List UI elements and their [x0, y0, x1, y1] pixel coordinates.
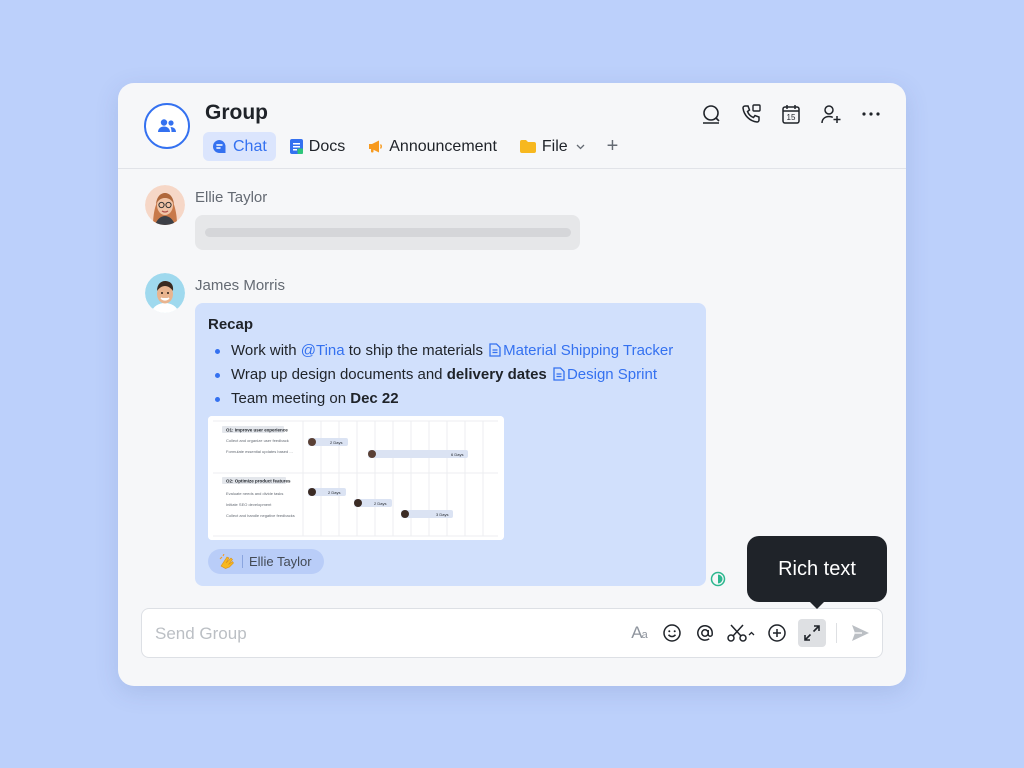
send-icon[interactable] [848, 618, 872, 648]
tab-file[interactable]: File [511, 132, 594, 161]
chat-header: Group Chat Docs Announcement File + 15 [118, 83, 906, 169]
gantt-group-title: O1: Improve user experience [226, 428, 288, 433]
text-format-glyph: Aa [631, 623, 648, 643]
avatar[interactable] [145, 273, 185, 313]
document-icon [553, 367, 565, 381]
search-icon[interactable] [700, 103, 722, 125]
gantt-bar-label: 3 Days [436, 512, 448, 517]
bullet-text: Work with [231, 342, 301, 359]
tab-label: File [541, 137, 568, 155]
gantt-task: Formulate essential updates based ... [226, 449, 293, 454]
screenshot-icon[interactable] [726, 618, 756, 648]
megaphone-icon [369, 140, 383, 153]
tab-announcement[interactable]: Announcement [359, 132, 506, 161]
document-icon [489, 343, 501, 357]
tab-label: Chat [233, 137, 267, 155]
gantt-bar-label: 2 Days [374, 501, 386, 506]
header-actions: 15 [700, 103, 882, 125]
text-placeholder-line [205, 228, 571, 237]
recap-title: Recap [208, 316, 254, 333]
folder-icon [519, 140, 536, 153]
bold-text: delivery dates [446, 366, 547, 383]
add-member-icon[interactable] [820, 103, 842, 125]
add-tab-button[interactable]: + [607, 135, 619, 158]
sender-name: Ellie Taylor [195, 189, 268, 206]
rich-text-tooltip: Rich text [747, 536, 887, 602]
group-icon [158, 119, 176, 132]
chevron-down-icon [576, 144, 585, 149]
text-format-label: A [631, 623, 642, 642]
tab-bar: Chat Docs Announcement File + [203, 132, 618, 161]
emoji-icon[interactable] [660, 618, 684, 648]
read-status-icon [710, 571, 726, 587]
input-placeholder: Send Group [155, 624, 247, 643]
clapping-hands-icon [219, 553, 234, 569]
divider [242, 555, 243, 568]
sender-name: James Morris [195, 277, 286, 294]
reaction-chip[interactable]: Ellie Taylor [208, 549, 324, 574]
mention-icon[interactable] [693, 618, 717, 648]
text-format-icon[interactable]: Aa [627, 618, 651, 648]
reaction-user: Ellie Taylor [249, 554, 312, 569]
call-icon[interactable] [740, 103, 762, 125]
composer-toolbar: Aa [618, 618, 872, 648]
mention-link[interactable]: @Tina [301, 342, 345, 359]
chat-bubble-icon [213, 140, 226, 153]
expand-icon[interactable] [798, 619, 826, 647]
gantt-task: Initiate SEO development [226, 502, 272, 507]
bullet-text: Team meeting on [231, 390, 351, 407]
bullet-text: Wrap up design documents and [231, 366, 447, 383]
bullet-text: to ship the materials [344, 342, 488, 359]
timeline-preview[interactable]: O1: Improve user experience Collect and … [208, 416, 504, 540]
text-format-sub: a [641, 629, 648, 641]
gantt-thumbnail: O1: Improve user experience Collect and … [208, 416, 504, 540]
message-bubble[interactable]: Recap Work with @Tina to ship the materi… [195, 303, 706, 586]
tooltip-arrow [808, 600, 826, 609]
calendar-icon[interactable]: 15 [780, 103, 802, 125]
list-item: Work with @Tina to ship the materials Ma… [213, 339, 673, 363]
bold-text: Dec 22 [350, 390, 399, 407]
group-title: Group [205, 101, 268, 124]
recap-list: Work with @Tina to ship the materials Ma… [213, 339, 673, 411]
tab-label: Docs [308, 137, 346, 155]
tab-docs[interactable]: Docs [281, 132, 354, 161]
docs-icon [289, 139, 303, 154]
gantt-bar-label: 6 Days [451, 452, 463, 457]
add-icon[interactable] [765, 618, 789, 648]
doc-link[interactable]: Design Sprint [567, 366, 657, 383]
list-item: Wrap up design documents and delivery da… [213, 363, 673, 387]
avatar[interactable] [145, 185, 185, 225]
divider [836, 623, 837, 643]
group-avatar[interactable] [144, 103, 190, 149]
ellie-avatar [145, 185, 185, 225]
tab-chat[interactable]: Chat [203, 132, 276, 161]
gantt-task: Collect and handle negative feedbacks [226, 513, 295, 518]
gantt-task: Collect and organize user feedback [226, 438, 289, 443]
message-input[interactable]: Send Group Aa [141, 608, 883, 658]
james-avatar [145, 273, 185, 313]
gantt-bar-label: 2 Days [330, 440, 342, 445]
gantt-task: Evaluate needs and divide tasks [226, 491, 283, 496]
tab-label: Announcement [389, 137, 497, 155]
list-item: Team meeting on Dec 22 [213, 387, 673, 411]
message-bubble-placeholder [195, 215, 580, 250]
doc-link[interactable]: Material Shipping Tracker [503, 342, 673, 359]
gantt-group-title: O2: Optimize product features [226, 479, 291, 484]
more-icon[interactable] [860, 103, 882, 125]
gantt-bar-label: 2 Days [328, 490, 340, 495]
calendar-day: 15 [787, 113, 796, 122]
